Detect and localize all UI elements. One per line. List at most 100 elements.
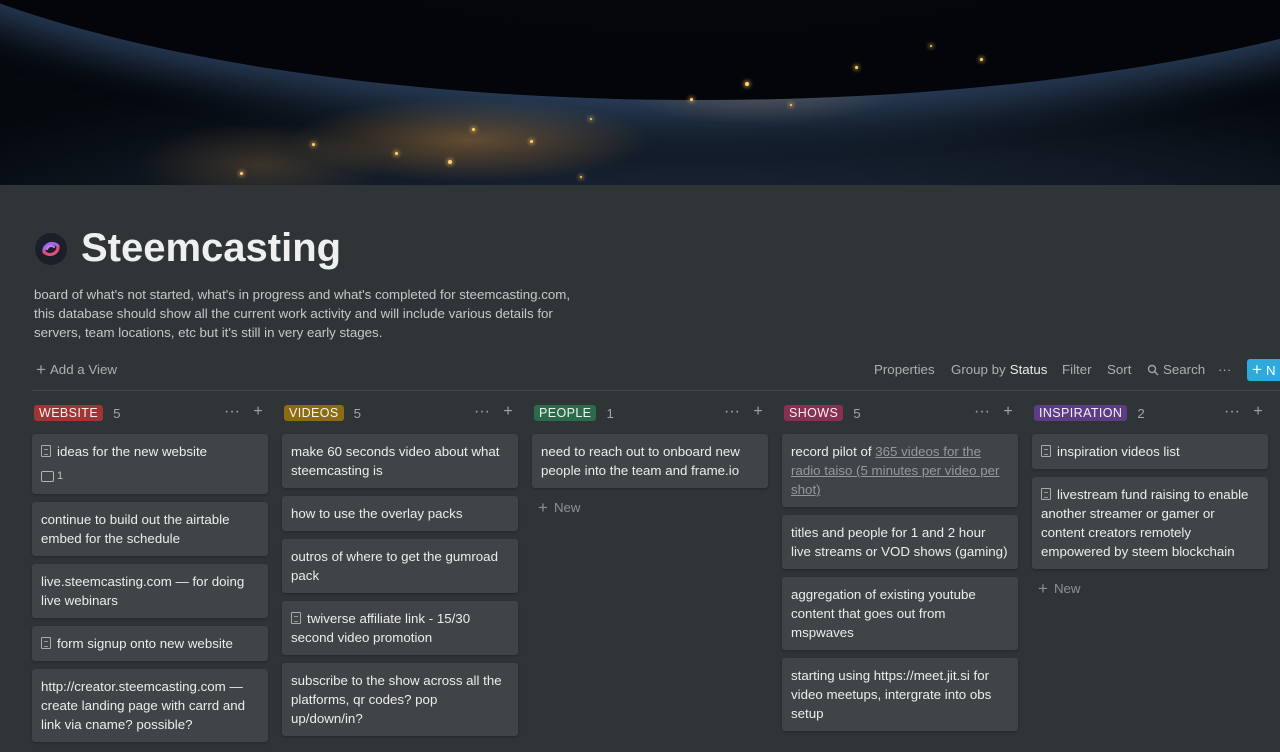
more-options-icon[interactable]: ···	[1218, 362, 1231, 377]
board-column: VIDEOS 5 ··· + make 60 seconds video about w…	[282, 400, 518, 736]
status-tag[interactable]: PEOPLE	[534, 405, 597, 421]
status-tag[interactable]: VIDEOS	[284, 405, 344, 421]
board-card[interactable]: outros of where to get the gumroad pack	[282, 539, 518, 593]
column-header: VIDEOS 5 ··· +	[282, 400, 518, 426]
column-new-label: New	[1053, 581, 1081, 596]
view-toolbar: + Add a View Properties Group by Status …	[32, 358, 1280, 391]
column-add-icon[interactable]: +	[1000, 403, 1016, 421]
board-card[interactable]: ideas for the new website 1	[32, 434, 268, 494]
column-new-button[interactable]: + New	[532, 496, 768, 519]
board-card[interactable]: livestream fund raising to enable anothe…	[1032, 477, 1268, 569]
column-header: PEOPLE 1 ··· +	[532, 400, 768, 426]
card-title: continue to build out the airtable embed…	[41, 512, 230, 546]
card-title: live.steemcasting.com — for doing live w…	[41, 574, 245, 608]
card-title: http://creator.steemcasting.com — create…	[41, 679, 246, 732]
column-count: 2	[1137, 405, 1145, 421]
sort-button[interactable]: Sort	[1107, 362, 1131, 377]
comment-icon	[41, 471, 54, 482]
filter-label: Filter	[1062, 362, 1092, 377]
card-title: starting using https://meet.jit.si for v…	[791, 668, 992, 721]
board-card[interactable]: record pilot of 365 videos for the radio…	[782, 434, 1018, 507]
column-header: WEBSITE 5 ··· +	[32, 400, 268, 426]
column-header: SHOWS 5 ··· +	[782, 400, 1018, 426]
board-card[interactable]: titles and people for 1 and 2 hour live …	[782, 515, 1018, 569]
cover-image	[0, 0, 1280, 185]
card-title: inspiration videos list	[1057, 444, 1180, 459]
board-card[interactable]: live.steemcasting.com — for doing live w…	[32, 564, 268, 618]
new-button[interactable]: + N	[1247, 359, 1280, 381]
column-header: INSPIRATION 2 ··· +	[1032, 400, 1268, 426]
board-card[interactable]: twiverse affiliate link - 15/30 second v…	[282, 601, 518, 655]
card-title: form signup onto new website	[57, 636, 233, 651]
filter-button[interactable]: Filter	[1062, 362, 1092, 377]
column-more-icon[interactable]: ···	[724, 403, 740, 421]
column-more-icon[interactable]: ···	[1224, 403, 1240, 421]
column-count: 5	[353, 405, 362, 421]
board-card[interactable]: inspiration videos list	[1032, 434, 1268, 469]
status-tag[interactable]: WEBSITE	[34, 405, 104, 421]
new-button-label: N	[1265, 362, 1276, 378]
board-card[interactable]: how to use the overlay packs	[282, 496, 518, 531]
status-tag[interactable]: INSPIRATION	[1034, 405, 1128, 421]
board-card[interactable]: make 60 seconds video about what steemca…	[282, 434, 518, 488]
board-column: PEOPLE 1 ··· + need to reach out to onboard …	[532, 400, 768, 519]
board-card[interactable]: subscribe to the show across all the pla…	[282, 663, 518, 736]
steemcasting-logo-icon	[35, 233, 67, 265]
card-title: ideas for the new website	[57, 444, 208, 459]
column-count: 1	[606, 405, 614, 421]
plus-icon: +	[1252, 360, 1262, 379]
status-tag[interactable]: SHOWS	[784, 405, 844, 421]
card-title: need to reach out to onboard new people …	[541, 444, 740, 478]
column-more-icon[interactable]: ···	[224, 403, 240, 421]
group-by-value: Status	[1009, 362, 1048, 377]
search-label: Search	[1163, 362, 1206, 377]
card-title: outros of where to get the gumroad pack	[291, 549, 498, 583]
board-card[interactable]: form signup onto new website	[32, 626, 268, 661]
group-by-button[interactable]: Group by Status	[951, 362, 1047, 377]
column-add-icon[interactable]: +	[750, 403, 766, 421]
page-doc-icon	[291, 612, 301, 624]
card-title: make 60 seconds video about what steemca…	[291, 444, 500, 478]
properties-label: Properties	[874, 362, 935, 377]
column-more-icon[interactable]: ···	[474, 403, 490, 421]
comment-count: 1	[57, 470, 64, 482]
plus-icon: +	[1038, 578, 1048, 598]
board-card[interactable]: continue to build out the airtable embed…	[32, 502, 268, 556]
card-title: aggregation of existing youtube content …	[791, 587, 976, 640]
search-button[interactable]: Search	[1147, 362, 1205, 377]
page-doc-icon	[1041, 445, 1051, 457]
page-doc-icon	[1041, 488, 1051, 500]
column-add-icon[interactable]: +	[500, 403, 516, 421]
more-options-label: ···	[1218, 362, 1232, 377]
card-title: titles and people for 1 and 2 hour live …	[791, 525, 1008, 559]
column-more-icon[interactable]: ···	[974, 403, 990, 421]
page-doc-icon	[41, 445, 51, 457]
board-card[interactable]: aggregation of existing youtube content …	[782, 577, 1018, 650]
board-column: INSPIRATION 2 ··· + inspiration videos list l…	[1032, 400, 1268, 600]
sort-label: Sort	[1107, 362, 1132, 377]
page-description: board of what's not started, what's in p…	[34, 287, 571, 340]
board-card[interactable]: need to reach out to onboard new people …	[532, 434, 768, 488]
add-view-button[interactable]: + Add a View	[36, 359, 117, 379]
page-doc-icon	[41, 637, 51, 649]
card-title: twiverse affiliate link - 15/30 second v…	[291, 611, 471, 645]
board-card[interactable]: starting using https://meet.jit.si for v…	[782, 658, 1018, 731]
add-view-label: Add a View	[49, 362, 117, 377]
search-icon	[1147, 364, 1159, 375]
group-by-label: Group by	[951, 362, 1006, 377]
board-card[interactable]: http://creator.steemcasting.com — create…	[32, 669, 268, 742]
properties-button[interactable]: Properties	[874, 362, 935, 377]
card-title: subscribe to the show across all the pla…	[291, 673, 502, 726]
column-new-button[interactable]: + New	[1032, 577, 1268, 600]
plus-icon: +	[36, 359, 46, 379]
earth-horizon	[0, 0, 1280, 100]
page-title: Steemcasting	[81, 226, 342, 270]
plus-icon: +	[538, 497, 548, 517]
column-count: 5	[853, 405, 861, 421]
column-add-icon[interactable]: +	[1250, 403, 1266, 421]
column-new-label: New	[553, 500, 581, 515]
column-add-icon[interactable]: +	[250, 403, 266, 421]
card-title: record pilot of	[791, 444, 872, 459]
board-column: SHOWS 5 ··· + record pilot of 365 videos for…	[782, 400, 1018, 731]
board-column: WEBSITE 5 ··· + ideas for the new website 1 co…	[32, 400, 268, 742]
